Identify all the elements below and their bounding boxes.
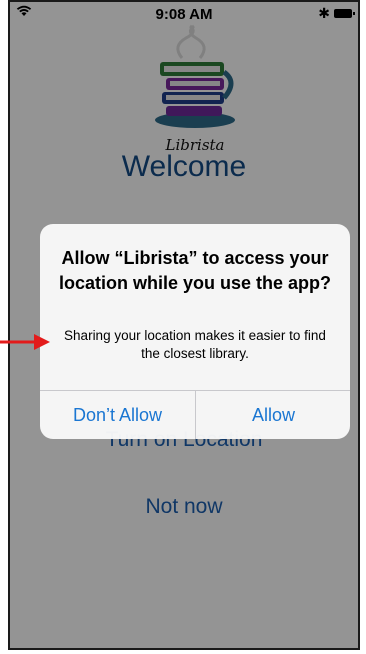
- dont-allow-button[interactable]: Don’t Allow: [40, 391, 195, 439]
- allow-button[interactable]: Allow: [196, 391, 350, 439]
- alert-message: Sharing your location makes it easier to…: [64, 328, 326, 361]
- location-permission-alert: Allow “Librista” to access your location…: [40, 224, 350, 439]
- annotation-arrow-icon: [0, 334, 50, 350]
- phone-screen: 9:08 AM ✱ Librista Welcome Turn on Locat…: [8, 0, 360, 650]
- alert-title: Allow “Librista” to access your location…: [58, 248, 332, 293]
